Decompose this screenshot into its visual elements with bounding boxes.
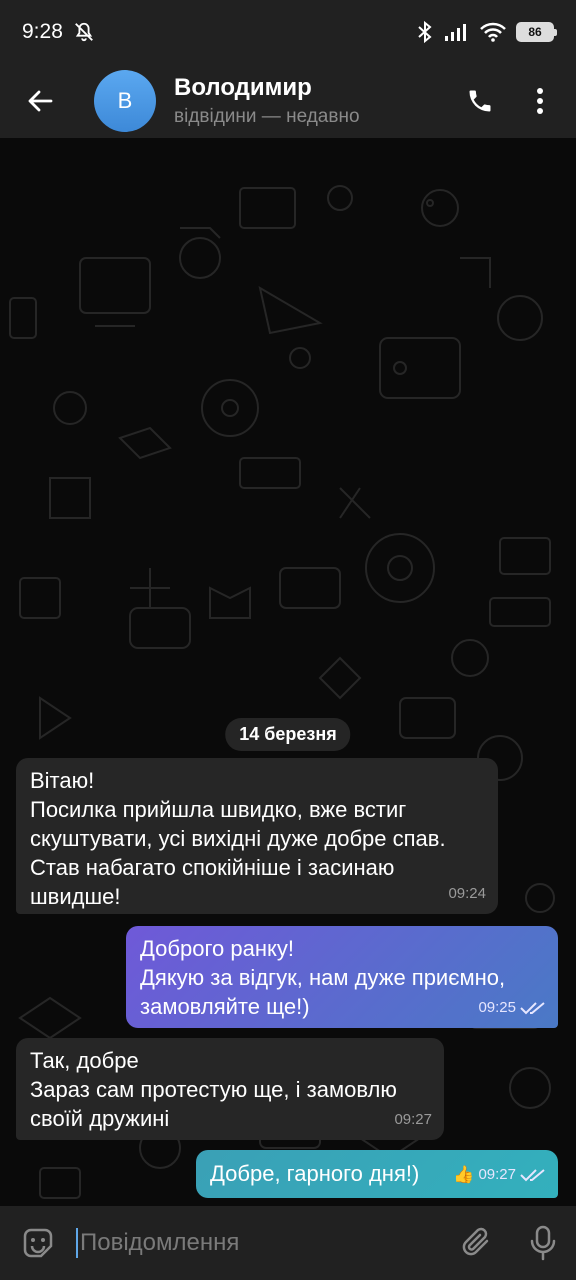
message-meta: 09:24 — [448, 879, 486, 908]
message-outgoing[interactable]: Добре, гарного дня!) 👍 09:27 — [196, 1150, 558, 1198]
message-composer: Повідомлення — [0, 1206, 576, 1280]
text-caret — [76, 1228, 78, 1258]
phone-icon — [469, 90, 491, 112]
more-menu-button[interactable] — [510, 71, 570, 131]
call-button[interactable] — [450, 71, 510, 131]
message-meta: 09:27 — [394, 1105, 432, 1134]
battery-icon: 86 — [516, 22, 557, 42]
attach-button[interactable] — [444, 1206, 510, 1280]
message-time: 09:27 — [478, 1166, 516, 1183]
read-checkmarks-icon — [520, 1001, 545, 1014]
sticker-emoji-icon — [23, 1228, 53, 1258]
status-bar: 9:28 86 — [0, 0, 576, 64]
signal-icon — [445, 24, 466, 41]
avatar-letter: В — [117, 88, 133, 113]
message-incoming[interactable]: Так, добре Зараз сам протестую ще, і зам… — [16, 1038, 444, 1140]
clock: 9:28 — [22, 20, 63, 43]
message-text-line: Дякую за відгук, нам дуже приємно, — [140, 965, 506, 990]
message-text-line: своїй дружині — [30, 1106, 170, 1131]
message-text-line: швидше! — [30, 884, 121, 909]
microphone-icon — [530, 1225, 556, 1261]
message-incoming[interactable]: Вітаю! Посилка прийшла швидко, вже встиг… — [16, 758, 498, 914]
chat-title[interactable]: Володимир відвідини — недавно — [174, 74, 450, 128]
reaction-thumbs-up-icon[interactable]: 👍 — [453, 1160, 474, 1189]
message-outgoing[interactable]: Доброго ранку! Дякую за відгук, нам дуже… — [126, 926, 558, 1028]
message-text-line: скуштувати, усі вихідні дуже добре спав. — [30, 826, 446, 851]
read-checkmarks-icon — [520, 1168, 545, 1181]
avatar[interactable]: В — [94, 70, 156, 132]
contact-status: відвідини — недавно — [174, 106, 360, 127]
message-time: 09:25 — [478, 999, 516, 1016]
message-text-line: Так, добре — [30, 1048, 139, 1073]
wifi-icon — [480, 22, 506, 42]
back-button[interactable] — [0, 64, 80, 138]
voice-message-button[interactable] — [510, 1206, 576, 1280]
message-text-line: Зараз сам протестую ще, і замовлю — [30, 1077, 397, 1102]
battery-level: 86 — [528, 25, 542, 39]
message-input-placeholder: Повідомлення — [80, 1229, 240, 1256]
message-text-line: Вітаю! — [30, 768, 95, 793]
message-text-line: Посилка прийшла швидко, вже встиг — [30, 797, 407, 822]
message-time: 09:24 — [448, 885, 486, 902]
message-list[interactable]: 14 березня Вітаю! Посилка прийшла швидко… — [0, 138, 576, 1206]
bluetooth-icon — [418, 20, 432, 44]
contact-name: Володимир — [174, 74, 312, 101]
notifications-muted-icon — [74, 22, 93, 42]
message-meta: 09:25 — [478, 993, 546, 1022]
arrow-left-icon — [28, 90, 53, 112]
message-input[interactable]: Повідомлення — [76, 1228, 444, 1258]
message-text-line: Став набагато спокійніше і засинаю — [30, 855, 395, 880]
message-text-line: Доброго ранку! — [140, 936, 294, 961]
chat-header: В Володимир відвідини — недавно — [0, 64, 576, 138]
paperclip-icon — [462, 1227, 489, 1256]
emoji-button[interactable] — [0, 1206, 76, 1280]
date-separator: 14 березня — [225, 718, 351, 751]
message-meta: 👍 09:27 — [453, 1160, 546, 1189]
message-time: 09:27 — [394, 1111, 432, 1128]
more-vertical-icon — [537, 88, 543, 114]
